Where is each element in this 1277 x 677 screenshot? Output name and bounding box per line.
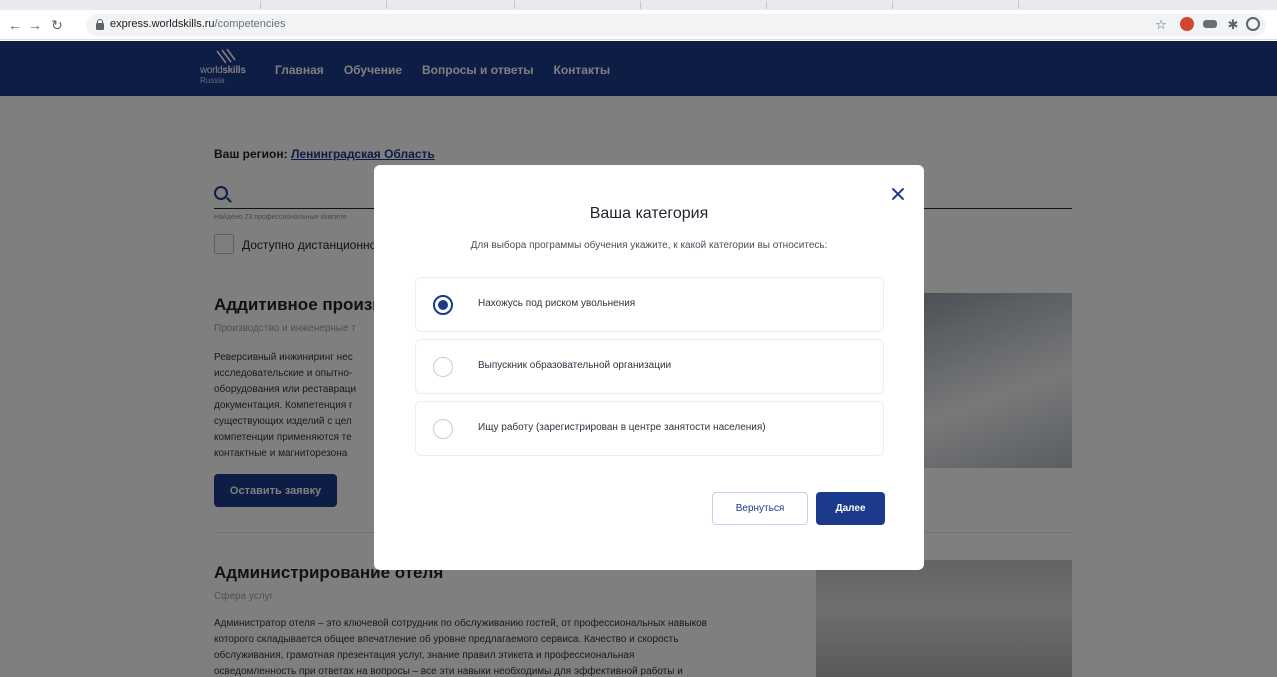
option-label: Выпускник образовательной организации [478,360,672,371]
category-option-risk[interactable]: Нахожусь под риском увольнения [415,277,884,332]
browser-tabstrip [0,0,1277,10]
radio-icon[interactable] [433,419,453,439]
category-modal: Ваша категория Для выбора программы обуч… [374,165,924,570]
modal-subtitle: Для выбора программы обучения укажите, к… [470,240,828,251]
address-bar[interactable]: express.worldskills.ru/competencies [86,14,1266,36]
tab-divider [766,1,767,9]
tab-divider [892,1,893,9]
back-button[interactable]: Вернуться [712,492,808,525]
extension-icon[interactable] [1180,17,1194,31]
tab-divider [260,1,261,9]
radio-icon[interactable] [433,357,453,377]
close-icon[interactable] [891,187,905,201]
tab-divider [640,1,641,9]
category-option-graduate[interactable]: Выпускник образовательной организации [415,339,884,394]
puzzle-icon[interactable]: ✱ [1222,14,1244,36]
option-label: Ищу работу (зарегистрирован в центре зан… [478,422,766,433]
lock-icon [96,19,104,30]
tab-divider [514,1,515,9]
radio-selected-icon[interactable] [433,295,453,315]
reload-icon[interactable]: ↻ [46,14,68,36]
url-text: express.worldskills.ru/competencies [110,18,286,30]
tab-divider [1018,1,1019,9]
star-icon[interactable]: ☆ [1150,14,1172,36]
tab-divider [386,1,387,9]
extension-icon[interactable] [1203,20,1217,28]
option-label: Нахожусь под риском увольнения [478,298,636,309]
category-option-jobseeker[interactable]: Ищу работу (зарегистрирован в центре зан… [415,401,884,456]
forward-arrow-icon[interactable]: → [24,14,46,36]
next-button[interactable]: Далее [816,492,885,525]
modal-title: Ваша категория [589,205,709,222]
browser-toolbar: ← → ↻ express.worldskills.ru/competencie… [0,10,1277,40]
back-arrow-icon[interactable]: ← [4,14,26,36]
profile-icon[interactable] [1246,17,1260,31]
